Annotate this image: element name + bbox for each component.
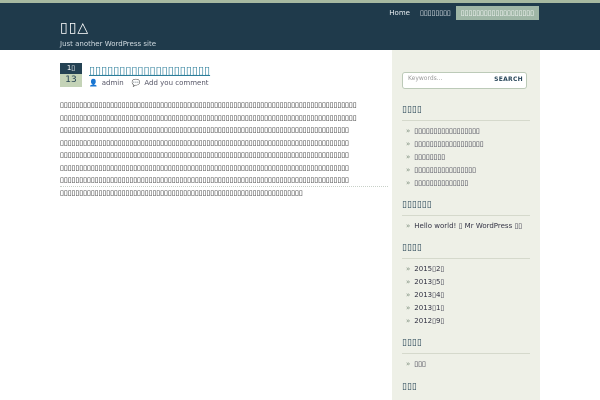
bullet-icon: » (406, 127, 411, 135)
post-divider (60, 186, 388, 187)
bullet-icon: » (406, 360, 411, 368)
search-input[interactable]: Keywords... (408, 75, 442, 82)
site-title[interactable]: ▯▯△ (60, 20, 89, 36)
widget-divider (402, 215, 530, 216)
widget-title-meta: ▯▯▯ (402, 382, 417, 392)
post-body-line: ▯▯▯▯▯▯▯▯▯▯▯▯▯▯▯▯▯▯▯▯▯▯▯▯▯▯▯▯▯▯▯▯▯▯▯▯▯▯▯▯… (60, 176, 349, 184)
widget-divider (402, 120, 530, 121)
post-date-day: 13 (60, 74, 82, 87)
archive-item[interactable]: » 2013▯5▯ (406, 278, 444, 286)
bullet-icon: » (406, 153, 411, 161)
recent-post-item[interactable]: » ▯▯▯▯▯▯▯▯▯▯▯▯▯▯▯▯ (406, 166, 476, 174)
widget-divider (402, 353, 530, 354)
bullet-icon: » (406, 317, 411, 325)
nav-item-3-active[interactable]: ▯▯▯▯▯▯▯▯▯▯▯▯▯▯▯▯▯▯▯ (455, 6, 539, 20)
post-body-line: ▯▯▯▯▯▯▯▯▯▯▯▯▯▯▯▯▯▯▯▯▯▯▯▯▯▯▯▯▯▯▯▯▯▯▯▯▯▯▯▯… (60, 138, 349, 147)
bullet-icon: » (406, 222, 411, 230)
widget-divider (402, 258, 530, 259)
post-comment-link[interactable]: Add you comment (144, 79, 208, 87)
recent-post-item[interactable]: » ▯▯▯▯▯▯▯▯▯▯▯▯▯▯▯▯▯ (406, 127, 480, 135)
post-body-line: ▯▯▯▯▯▯▯▯▯▯▯▯▯▯▯▯▯▯▯▯▯▯▯▯▯▯▯▯▯▯▯▯▯▯▯▯▯▯▯▯… (60, 101, 357, 109)
search-button[interactable]: SEARCH (494, 76, 523, 83)
bullet-icon: » (406, 278, 411, 286)
bullet-icon: » (406, 304, 411, 312)
post-date-month: 1▯ (60, 63, 82, 74)
widget-title-recent-posts: ▯▯▯▯ (402, 105, 422, 115)
post-title[interactable]: ▯▯▯▯▯▯▯▯▯▯▯▯▯▯▯▯▯▯▯▯ (89, 64, 210, 77)
bullet-icon: » (406, 265, 411, 273)
bullet-icon: » (406, 140, 411, 148)
nav-item-2[interactable]: ▯▯▯▯▯▯▯▯ (415, 6, 456, 20)
recent-post-item[interactable]: » ▯▯▯▯▯▯▯▯ (406, 153, 445, 161)
post-meta: 👤 admin 💬 Add you comment (89, 79, 209, 87)
archive-item[interactable]: » 2012▯9▯ (406, 317, 444, 325)
post-body-line: ▯▯▯▯▯▯▯▯▯▯▯▯▯▯▯▯▯▯▯▯▯▯▯▯▯▯▯▯▯▯▯▯▯▯▯▯▯▯▯▯… (60, 113, 357, 122)
widget-title-archives: ▯▯▯▯ (402, 243, 422, 253)
post-body: ▯▯▯▯▯▯▯▯▯▯▯▯▯▯▯▯▯▯▯▯▯▯▯▯▯▯▯▯▯▯▯▯▯▯▯▯▯▯▯▯… (60, 99, 385, 199)
bullet-icon: » (406, 166, 411, 174)
category-item[interactable]: » ▯▯▯ (406, 360, 426, 368)
author-icon: 👤 (89, 79, 98, 87)
post-body-line: ▯▯▯▯▯▯▯▯▯▯▯▯▯▯▯▯▯▯▯▯▯▯▯▯▯▯▯▯▯▯▯▯▯▯▯▯▯▯▯▯… (60, 188, 303, 197)
recent-comment-item: » Hello world! ▯ Mr WordPress ▯▯ (406, 222, 522, 230)
post-body-line: ▯▯▯▯▯▯▯▯▯▯▯▯▯▯▯▯▯▯▯▯▯▯▯▯▯▯▯▯▯▯▯▯▯▯▯▯▯▯▯▯… (60, 163, 349, 172)
bullet-icon: » (406, 179, 411, 187)
widget-title-recent-comments: ▯▯▯▯▯▯ (402, 200, 432, 210)
nav-item-home[interactable]: Home (384, 6, 415, 20)
archive-item[interactable]: » 2013▯4▯ (406, 291, 444, 299)
post-body-line: ▯▯▯▯▯▯▯▯▯▯▯▯▯▯▯▯▯▯▯▯▯▯▯▯▯▯▯▯▯▯▯▯▯▯▯▯▯▯▯▯… (60, 151, 349, 159)
recent-post-item[interactable]: » ▯▯▯▯▯▯▯▯▯▯▯▯▯▯ (406, 179, 468, 187)
site-header: ▯▯△ Just another WordPress site Home ▯▯▯… (0, 0, 600, 50)
post-date: 1▯ 13 (60, 63, 82, 87)
post-author[interactable]: admin (102, 79, 124, 87)
comment-author: ▯ Mr WordPress ▯▯ (458, 222, 523, 230)
comment-icon: 💬 (131, 79, 141, 87)
comment-post-link[interactable]: Hello world! (414, 222, 456, 230)
archive-item[interactable]: » 2013▯1▯ (406, 304, 444, 312)
content-area: 1▯ 13 ▯▯▯▯▯▯▯▯▯▯▯▯▯▯▯▯▯▯▯▯ 👤 admin 💬 Add… (0, 50, 600, 400)
site-description: Just another WordPress site (60, 40, 157, 48)
widget-title-categories: ▯▯▯▯ (402, 338, 422, 348)
bullet-icon: » (406, 291, 411, 299)
search-box[interactable]: Keywords... SEARCH (402, 72, 527, 89)
archive-item[interactable]: » 2015▯2▯ (406, 265, 444, 273)
main-nav: Home ▯▯▯▯▯▯▯▯ ▯▯▯▯▯▯▯▯▯▯▯▯▯▯▯▯▯▯▯ (384, 6, 539, 20)
recent-post-item[interactable]: » ▯▯▯▯▯▯▯▯▯▯▯▯▯▯▯▯▯▯ (406, 140, 484, 148)
post-body-line: ▯▯▯▯▯▯▯▯▯▯▯▯▯▯▯▯▯▯▯▯▯▯▯▯▯▯▯▯▯▯▯▯▯▯▯▯▯▯▯▯… (60, 126, 349, 134)
